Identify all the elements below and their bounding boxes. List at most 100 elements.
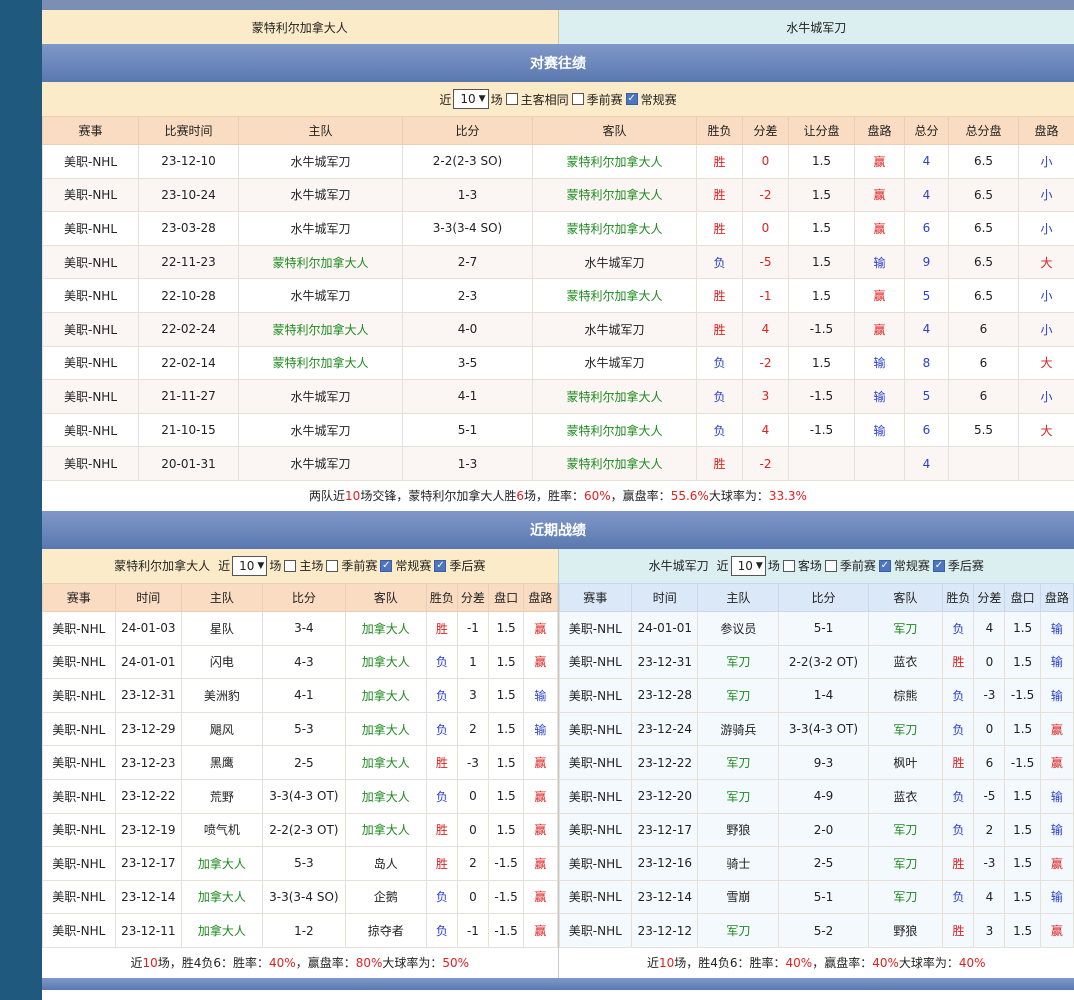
diff-cell: 0 (973, 711, 1006, 747)
date-cell: 23-12-14 (114, 879, 182, 915)
summary-text: ，赢盘率： (295, 956, 356, 971)
away-team-cell: 加拿大人 (344, 778, 427, 814)
main-content: 蒙特利尔加拿大人 水牛城军刀 对赛往绩 近 10 ▼ 场 主客相同 季前赛 ✓ 常… (42, 0, 1074, 1000)
total-cell: 4 (904, 311, 949, 347)
home-team-cell: 水牛城军刀 (238, 278, 403, 313)
league-cell: 美职-NHL (42, 846, 116, 881)
result-cell: 负 (942, 678, 975, 713)
handicap-cell: 1.5 (788, 211, 855, 246)
home-team-cell: 黑鹰 (180, 745, 263, 780)
total-line-cell: 5.5 (948, 412, 1019, 448)
table-row: 美职-NHL 23-12-17 加拿大人 5-3 岛人胜 2 -1.5 赢 (42, 846, 558, 881)
column-header: 比分 (778, 582, 869, 612)
over-under-cell: 小 (1018, 211, 1074, 246)
count-value: 10 (460, 92, 476, 106)
filter-prefix: 近 (218, 559, 231, 574)
summary-text: 场，胜4负6：胜率： (157, 956, 270, 971)
handicap-result-cell: 输 (1039, 644, 1074, 680)
handicap-result-cell: 输 (523, 711, 558, 747)
date-cell: 22-02-14 (138, 345, 239, 381)
home-team-cell: 游骑兵 (697, 711, 780, 747)
home-team-cell: 军刀 (697, 644, 780, 680)
column-header: 盘口 (487, 582, 525, 612)
score-cell: 5-2 (778, 913, 869, 948)
diff-cell: 6 (973, 745, 1006, 780)
league-cell: 美职-NHL (558, 610, 633, 646)
home-regular-checkbox[interactable]: ✓ (380, 559, 393, 572)
result-cell: 负 (696, 379, 743, 414)
handicap-result-cell: 赢 (523, 879, 558, 915)
recent-home-count-select[interactable]: 10 ▼ (232, 555, 268, 576)
handicap-result-cell: 赢 (1039, 846, 1074, 881)
handicap-cell: 1.5 (487, 678, 525, 713)
chevron-down-icon: ▼ (755, 560, 763, 571)
recent-home-panel: 蒙特利尔加拿大人 近 10 ▼ 场 主场 季前赛 ✓ 常规赛 ✓ 季后赛 赛事 时间… (42, 548, 559, 978)
score-cell: 1-2 (261, 913, 346, 948)
total-line-cell: 6.5 (948, 278, 1019, 313)
table-row: 美职-NHL 23-12-14 雪崩 5-1 军刀负 4 1.5 输 (558, 879, 1074, 915)
diff-cell: 3 (742, 379, 789, 414)
diff-cell: -2 (742, 345, 789, 381)
handicap-result-cell: 输 (854, 244, 905, 280)
same-venue-checkbox[interactable] (505, 93, 518, 105)
diff-cell: 3 (456, 678, 489, 713)
home-playoff-checkbox[interactable]: ✓ (434, 559, 447, 572)
date-cell: 23-12-14 (631, 879, 699, 915)
same-venue-label: 主客相同 (520, 92, 569, 107)
diff-cell: 2 (973, 812, 1006, 848)
home-team-cell: 水牛城军刀 (238, 412, 403, 448)
away-playoff-checkbox[interactable]: ✓ (932, 559, 945, 572)
home-preseason-checkbox[interactable] (326, 559, 339, 572)
summary-win-rate: 40% (785, 955, 813, 970)
home-venue-checkbox[interactable] (284, 559, 297, 572)
score-cell: 3-3(4-3 OT) (778, 711, 869, 747)
result-cell: 胜 (425, 812, 458, 848)
h2h-section-title: 对赛往绩 (42, 44, 1074, 82)
result-cell: 胜 (696, 311, 743, 347)
result-cell: 胜 (942, 644, 975, 680)
handicap-result-cell: 赢 (854, 177, 905, 213)
recent-home-summary: 近 10 场，胜4负6：胜率： 40% ，赢盘率： 80% 大球率为： 50% (42, 948, 558, 978)
h2h-count-select[interactable]: 10 ▼ (453, 89, 489, 109)
filter-prefix: 近 (716, 559, 729, 574)
away-preseason-checkbox[interactable] (824, 559, 837, 572)
result-cell: 负 (425, 879, 458, 915)
result-cell: 负 (942, 879, 975, 915)
away-venue-checkbox[interactable] (782, 559, 795, 572)
date-cell: 21-10-15 (138, 412, 239, 448)
table-row: 美职-NHL 24-01-01 参议员 5-1 军刀负 4 1.5 输 (558, 610, 1074, 646)
date-cell: 24-01-01 (631, 610, 699, 646)
away-regular-checkbox[interactable]: ✓ (878, 559, 891, 572)
result-cell: 胜 (942, 745, 975, 780)
recent-away-team: 水牛城军刀 (648, 559, 709, 574)
handicap-cell: -1.5 (788, 379, 855, 414)
summary-over-rate: 40% (958, 955, 986, 970)
column-header: 盘口 (1004, 582, 1041, 612)
date-cell: 23-12-22 (114, 778, 182, 814)
score-cell: 3-5 (402, 345, 533, 381)
handicap-cell: 1.5 (1004, 913, 1041, 948)
league-cell: 美职-NHL (42, 446, 139, 481)
score-cell: 9-3 (778, 745, 869, 780)
date-cell: 23-12-28 (631, 678, 699, 713)
summary-text: 近 (646, 956, 659, 971)
date-cell: 23-12-23 (114, 745, 182, 780)
home-regular-label: 常规赛 (395, 559, 432, 574)
column-header: 比赛时间 (138, 116, 239, 145)
result-cell: 胜 (425, 846, 458, 881)
recent-away-count-select[interactable]: 10 ▼ (730, 555, 766, 576)
league-cell: 美职-NHL (42, 144, 139, 179)
league-cell: 美职-NHL (42, 610, 116, 646)
summary-win-rate: 60% (584, 488, 611, 503)
over-under-cell: 小 (1018, 177, 1074, 213)
home-team-cell: 加拿大人 (180, 913, 263, 948)
league-cell: 美职-NHL (558, 644, 633, 680)
column-header: 主队 (697, 582, 780, 612)
preseason-checkbox[interactable] (571, 93, 584, 105)
column-header: 主队 (180, 582, 263, 612)
regular-season-checkbox[interactable]: ✓ (625, 93, 638, 105)
result-cell: 胜 (696, 177, 743, 213)
handicap-cell: 1.5 (487, 812, 525, 848)
result-cell: 负 (425, 644, 458, 680)
handicap-cell: 1.5 (1004, 846, 1041, 881)
